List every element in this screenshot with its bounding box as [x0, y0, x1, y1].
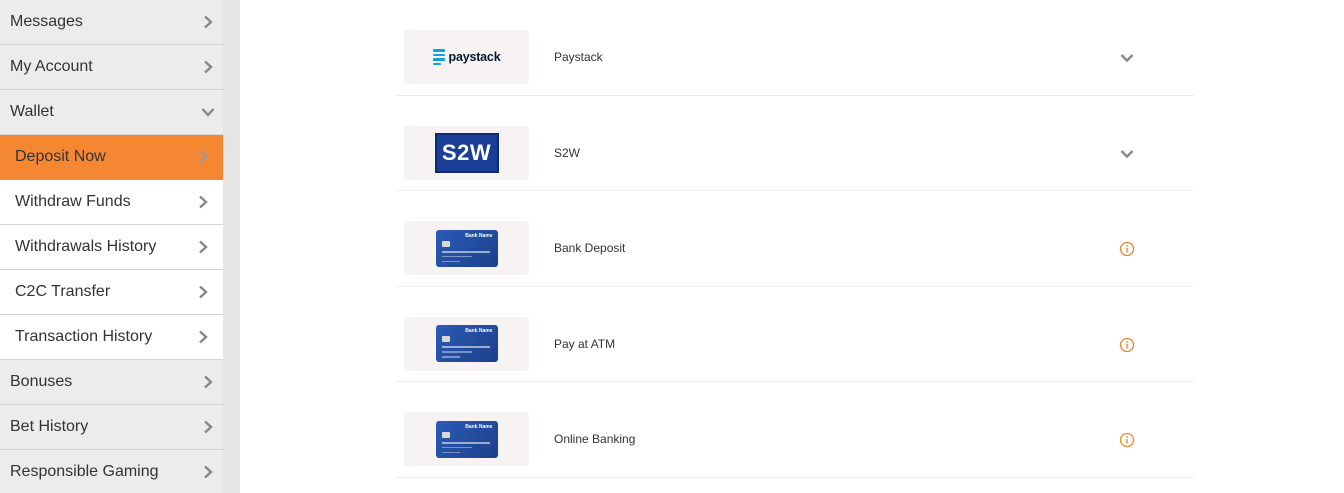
bank-card-image: Bank Name	[435, 420, 498, 458]
card-number-line	[441, 260, 460, 262]
sidebar-item-label: Withdraw Funds	[15, 193, 131, 210]
chevron-right-icon	[199, 285, 208, 299]
paystack-bars-icon	[432, 49, 445, 65]
s2w-logo-mark: S2W	[434, 132, 499, 173]
sidebar-item-label: Responsible Gaming	[10, 463, 159, 480]
bank-card-label: Bank Name	[465, 328, 493, 334]
chevron-right-icon	[199, 195, 208, 209]
sidebar-item-label: C2C Transfer	[15, 283, 111, 300]
card-number-line	[441, 255, 472, 257]
sidebar-item-wallet[interactable]: Wallet	[0, 90, 223, 135]
paystack-wordmark: paystack	[448, 50, 501, 64]
sidebar-item-label: My Account	[10, 58, 93, 75]
deposit-method-name: Bank Deposit	[554, 241, 626, 255]
page: Messages My Account Wallet Deposit Now W…	[0, 0, 1344, 493]
sidebar-item-messages[interactable]: Messages	[0, 0, 223, 45]
bank-card-label: Bank Name	[465, 423, 493, 430]
deposit-method-name: Online Banking	[554, 432, 636, 446]
paystack-logo: paystack	[404, 30, 529, 84]
chevron-down-icon	[201, 108, 215, 117]
deposit-method-name: Paystack	[554, 50, 603, 64]
chevron-right-icon	[199, 150, 208, 164]
s2w-logo: S2W	[404, 125, 529, 180]
chevron-right-icon	[204, 465, 213, 479]
bank-card-logo: Bank Name	[404, 221, 529, 275]
paystack-logo-mark: paystack	[432, 49, 501, 65]
bank-card-label: Bank Name	[465, 232, 493, 239]
card-number-line	[441, 346, 490, 348]
sidebar-item-label: Transaction History	[15, 328, 153, 345]
sidebar-item-label: Messages	[10, 13, 83, 30]
chevron-right-icon	[204, 15, 213, 29]
chevron-down-icon[interactable]	[1119, 50, 1135, 66]
deposit-method-row[interactable]: S2W S2W	[396, 96, 1194, 191]
sidebar-menu: Messages My Account Wallet Deposit Now W…	[0, 0, 223, 493]
deposit-method-name: S2W	[554, 145, 581, 160]
sidebar-item-withdrawals-history[interactable]: Withdrawals History	[0, 225, 223, 270]
card-number-line	[441, 250, 490, 253]
card-number-line	[441, 356, 460, 358]
sidebar-item-withdraw-funds[interactable]: Withdraw Funds	[0, 180, 223, 225]
sidebar-item-deposit-now[interactable]: Deposit Now	[0, 135, 223, 180]
deposit-method-row[interactable]: Bank Name Pay at ATM	[396, 287, 1194, 382]
sidebar-item-label: Wallet	[10, 103, 54, 120]
sidebar-item-label: Bet History	[10, 418, 89, 435]
card-chip-icon	[441, 240, 450, 247]
sidebar-item-label: Bonuses	[10, 373, 73, 390]
bank-card-logo: Bank Name	[404, 412, 529, 466]
deposit-method-name: Pay at ATM	[554, 336, 616, 351]
deposit-method-row[interactable]: Bank Name Bank Deposit	[396, 191, 1194, 287]
card-number-line	[441, 446, 472, 448]
sidebar-item-label: Deposit Now	[15, 148, 106, 165]
chevron-right-icon	[199, 330, 208, 344]
bank-card-image: Bank Name	[435, 325, 498, 362]
sidebar: Messages My Account Wallet Deposit Now W…	[0, 0, 240, 493]
sidebar-item-bet-history[interactable]: Bet History	[0, 405, 223, 450]
sidebar-item-transaction-history[interactable]: Transaction History	[0, 315, 223, 360]
deposit-method-row[interactable]: paystack Paystack	[396, 0, 1194, 96]
sidebar-item-responsible-gaming[interactable]: Responsible Gaming	[0, 450, 223, 493]
sidebar-item-bonuses[interactable]: Bonuses	[0, 360, 223, 405]
info-icon[interactable]	[1119, 337, 1135, 353]
card-number-line	[441, 351, 472, 353]
card-chip-icon	[441, 336, 450, 342]
card-number-line	[441, 441, 490, 444]
deposit-method-row[interactable]: Bank Name Online Banking	[396, 382, 1194, 478]
bank-card-image: Bank Name	[435, 229, 498, 267]
chevron-right-icon	[204, 375, 213, 389]
card-chip-icon	[441, 431, 450, 438]
sidebar-item-label: Withdrawals History	[15, 238, 157, 255]
chevron-right-icon	[199, 240, 208, 254]
info-icon[interactable]	[1119, 241, 1135, 257]
s2w-wordmark: S2W	[441, 139, 492, 165]
chevron-right-icon	[204, 420, 213, 434]
card-number-line	[441, 451, 460, 453]
chevron-down-icon[interactable]	[1119, 146, 1135, 162]
sidebar-item-c2c-transfer[interactable]: C2C Transfer	[0, 270, 223, 315]
sidebar-item-my-account[interactable]: My Account	[0, 45, 223, 90]
deposit-methods-list: paystack Paystack S2W S2W Bank Name Bank…	[396, 0, 1194, 478]
chevron-right-icon	[204, 60, 213, 74]
info-icon[interactable]	[1119, 432, 1135, 448]
bank-card-logo: Bank Name	[404, 316, 529, 371]
